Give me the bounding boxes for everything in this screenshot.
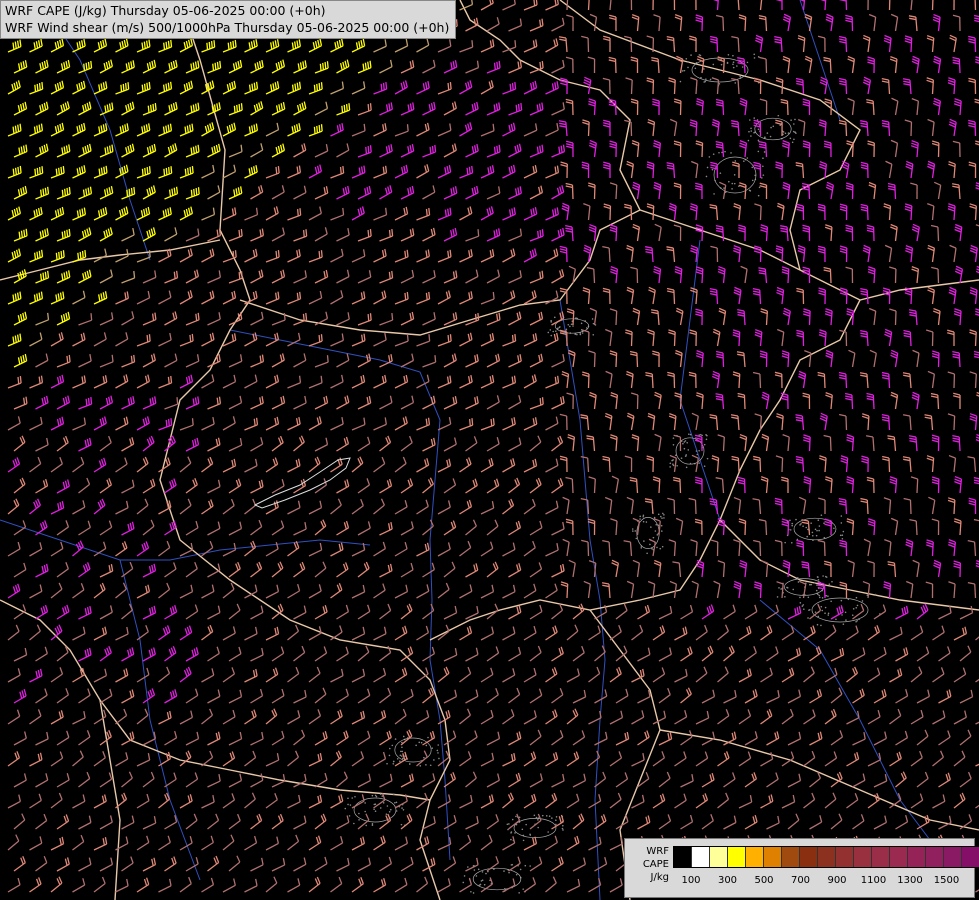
title-line-cape: WRF CAPE (J/kg) Thursday 05-06-2025 00:0… [5,3,326,18]
legend-tick-label: 300 [717,875,738,886]
legend-swatch [764,847,782,867]
legend-swatch [692,847,710,867]
legend-swatch [800,847,818,867]
legend-swatch [962,847,979,867]
legend-swatch [836,847,854,867]
legend-label-param: CAPE [642,859,669,870]
legend-swatch [944,847,962,867]
legend-tick-label: 1500 [933,875,960,886]
legend-swatch [782,847,800,867]
map-canvas [0,0,979,900]
legend-label: WRF CAPE J/kg [629,845,669,884]
legend-swatch [710,847,728,867]
title-line-shear: WRF Wind shear (m/s) 500/1000hPa Thursda… [5,20,450,35]
legend-ticks: 100 300 500 700 900 1100 1300 1500 [673,875,973,889]
legend-swatch [854,847,872,867]
legend-tick-label: 700 [790,875,811,886]
legend-tick-label: 1100 [860,875,887,886]
legend-tick-label: 100 [681,875,701,886]
legend-swatch [908,847,926,867]
legend-swatch [926,847,944,867]
legend-color-bar [673,846,979,868]
legend-swatch [872,847,890,867]
legend-swatch [818,847,836,867]
legend-label-unit: J/kg [650,872,669,883]
cape-legend: WRF CAPE J/kg 100 300 500 700 900 1100 1300 150… [624,838,979,898]
legend-swatch [890,847,908,867]
legend-swatch [674,847,692,867]
legend-swatch [728,847,746,867]
legend-label-model: WRF [646,846,669,857]
legend-tick-label: 1300 [897,875,923,886]
legend-tick-label: 500 [754,875,774,886]
legend-swatch [746,847,764,867]
map-title-box: WRF CAPE (J/kg) Thursday 05-06-2025 00:0… [0,0,457,39]
legend-tick-label: 900 [827,875,847,886]
